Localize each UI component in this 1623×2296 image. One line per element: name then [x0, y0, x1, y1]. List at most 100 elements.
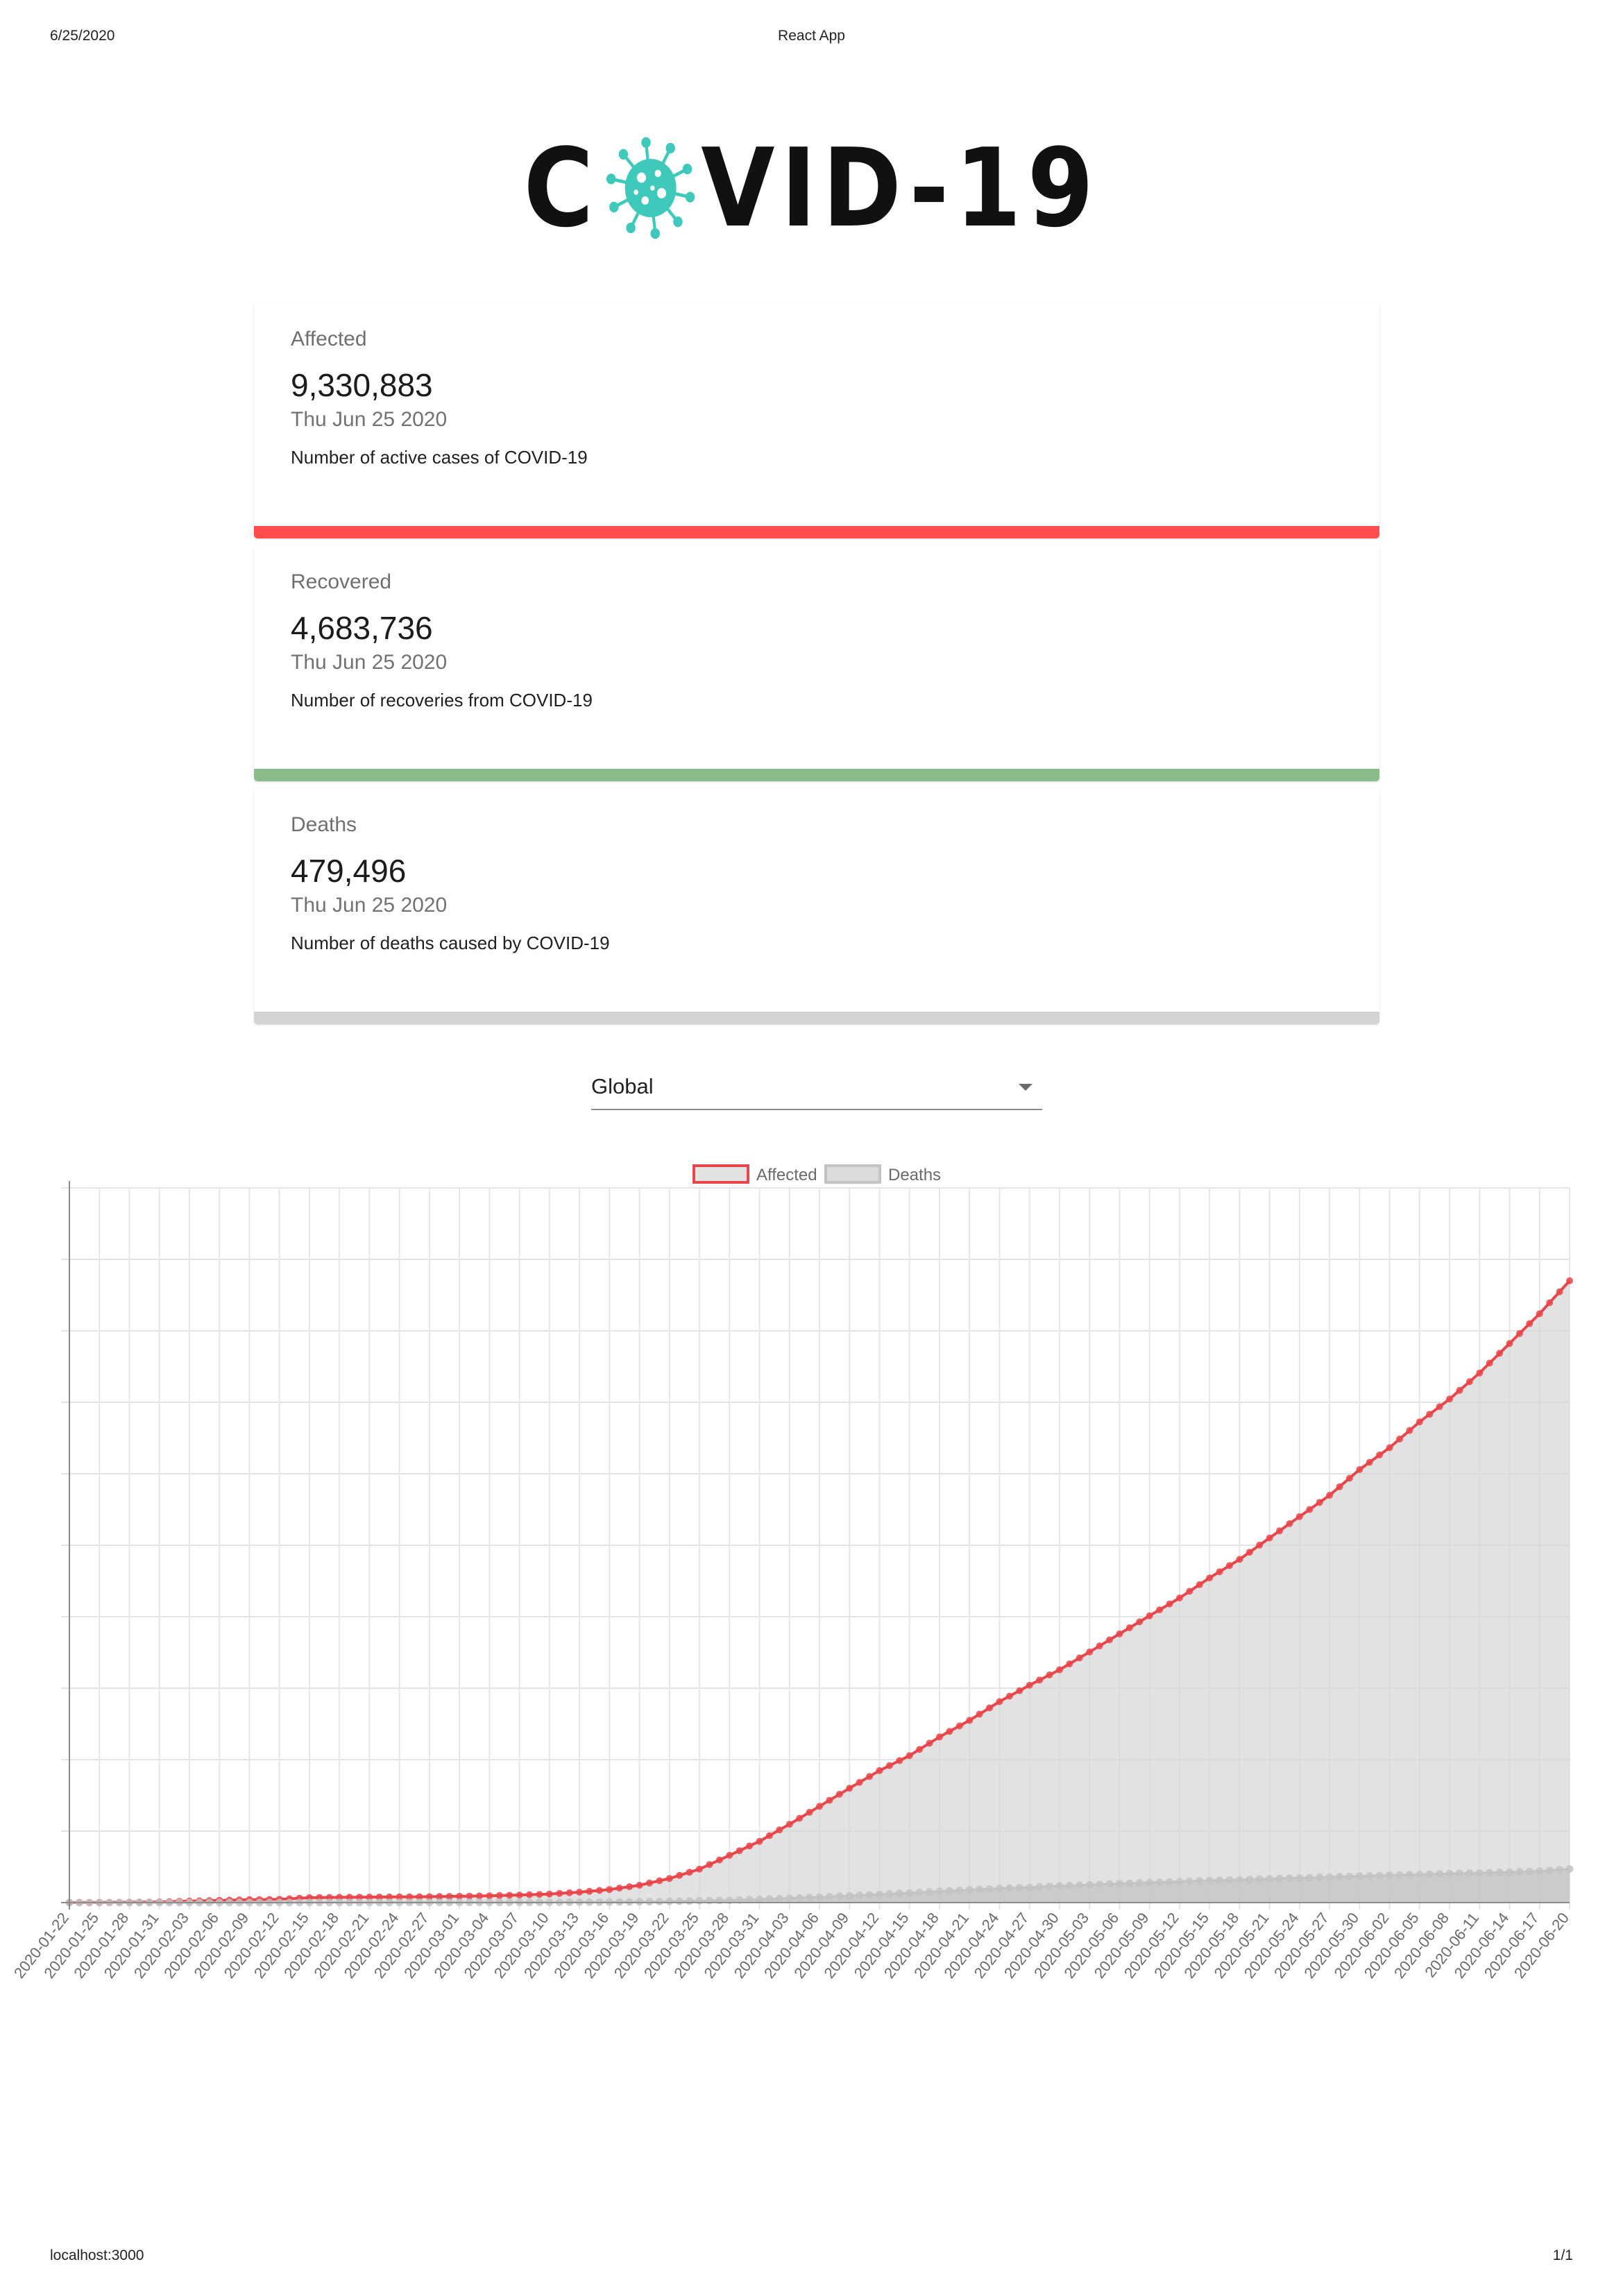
data-point	[986, 1704, 993, 1712]
card-title: Affected	[291, 328, 367, 350]
data-point	[695, 1896, 704, 1905]
data-point	[1526, 1320, 1533, 1327]
data-point	[906, 1889, 914, 1897]
data-point	[665, 1875, 673, 1882]
data-point	[1396, 1436, 1403, 1443]
data-point	[645, 1898, 654, 1906]
data-point	[1096, 1642, 1103, 1650]
data-point	[1475, 1869, 1484, 1877]
data-point	[756, 1837, 763, 1845]
data-point	[806, 1808, 813, 1816]
data-point	[1355, 1872, 1363, 1880]
card-date: Thu Jun 25 2020	[291, 894, 448, 917]
virus-icon	[606, 137, 695, 239]
data-point	[475, 1892, 483, 1900]
data-point	[1016, 1687, 1023, 1694]
data-point	[945, 1887, 953, 1895]
legend-label-affected: Affected	[756, 1166, 817, 1184]
data-point	[1066, 1660, 1073, 1667]
stats-cards: Affected 9,330,883 Thu Jun 25 2020 Numbe…	[254, 303, 1379, 1031]
data-point	[1105, 1880, 1114, 1888]
data-point	[576, 1889, 584, 1896]
legend-swatch-affected	[692, 1164, 749, 1184]
data-point	[826, 1796, 833, 1804]
data-point	[1465, 1869, 1474, 1878]
data-point	[1386, 1871, 1394, 1880]
data-point	[996, 1698, 1003, 1706]
logo-wordmark: C VID-19	[523, 134, 1099, 242]
data-point	[1035, 1883, 1044, 1891]
data-point	[1336, 1873, 1343, 1881]
data-point	[1246, 1549, 1253, 1556]
data-point	[1305, 1873, 1314, 1882]
data-point	[1566, 1277, 1573, 1284]
data-point	[656, 1877, 663, 1885]
card-accent-bar	[254, 769, 1379, 781]
country-select[interactable]: Global	[591, 1063, 1042, 1110]
data-point	[1196, 1581, 1203, 1588]
data-point	[995, 1885, 1003, 1893]
data-point	[955, 1722, 963, 1730]
data-point	[1156, 1606, 1164, 1614]
data-point	[1196, 1877, 1204, 1885]
data-point	[785, 1821, 793, 1828]
data-point	[1565, 1865, 1574, 1873]
data-point	[655, 1898, 663, 1905]
data-point	[1366, 1872, 1374, 1880]
data-point	[1326, 1492, 1334, 1499]
data-point	[1216, 1568, 1223, 1576]
data-point	[1055, 1666, 1063, 1674]
data-point	[1506, 1340, 1513, 1347]
data-point	[1175, 1595, 1183, 1601]
data-point	[916, 1746, 924, 1753]
card-value: 479,496	[291, 853, 407, 889]
data-point	[715, 1856, 723, 1864]
data-point	[856, 1778, 863, 1786]
data-point	[796, 1814, 804, 1822]
print-page-number: 1/1	[1552, 2247, 1573, 2263]
data-point	[486, 1892, 493, 1900]
data-point	[915, 1888, 924, 1896]
data-point	[1546, 1299, 1554, 1307]
data-point	[1285, 1874, 1293, 1882]
card-date: Thu Jun 25 2020	[291, 651, 448, 674]
data-point	[1255, 1875, 1264, 1883]
data-point	[1185, 1877, 1193, 1885]
data-point	[976, 1885, 984, 1894]
print-footer: localhost:3000 1/1	[50, 2247, 1573, 2268]
data-point	[1536, 1310, 1543, 1318]
logo-text-after: VID-19	[701, 125, 1100, 251]
data-point	[1096, 1880, 1104, 1889]
data-point	[516, 1891, 523, 1899]
data-point	[795, 1894, 804, 1902]
data-point	[1386, 1444, 1393, 1452]
card-value: 9,330,883	[291, 367, 433, 403]
data-point	[506, 1891, 513, 1899]
data-point	[1125, 1879, 1134, 1887]
data-point	[785, 1894, 794, 1903]
data-point	[1515, 1868, 1524, 1876]
data-point	[646, 1879, 653, 1887]
data-point	[1015, 1884, 1023, 1892]
data-point	[1325, 1873, 1334, 1881]
card-accent-bar	[254, 1012, 1379, 1024]
data-point	[536, 1891, 543, 1898]
data-point	[665, 1897, 674, 1905]
data-point	[896, 1757, 903, 1764]
data-point	[1376, 1451, 1384, 1459]
data-point	[1005, 1884, 1014, 1892]
data-point	[1486, 1869, 1494, 1877]
data-point	[1295, 1513, 1303, 1520]
data-point	[835, 1790, 843, 1798]
card-recovered: Recovered 4,683,736 Thu Jun 25 2020 Numb…	[254, 545, 1379, 781]
logo-text-before: C	[523, 125, 600, 251]
dropdown-arrow-icon[interactable]	[1019, 1084, 1033, 1091]
data-point	[1425, 1870, 1434, 1878]
data-point	[686, 1897, 694, 1905]
data-point	[866, 1773, 874, 1780]
data-point	[696, 1865, 703, 1873]
data-point	[606, 1886, 613, 1894]
data-point	[775, 1894, 783, 1903]
data-point	[1295, 1874, 1304, 1882]
print-url: localhost:3000	[50, 2247, 144, 2263]
